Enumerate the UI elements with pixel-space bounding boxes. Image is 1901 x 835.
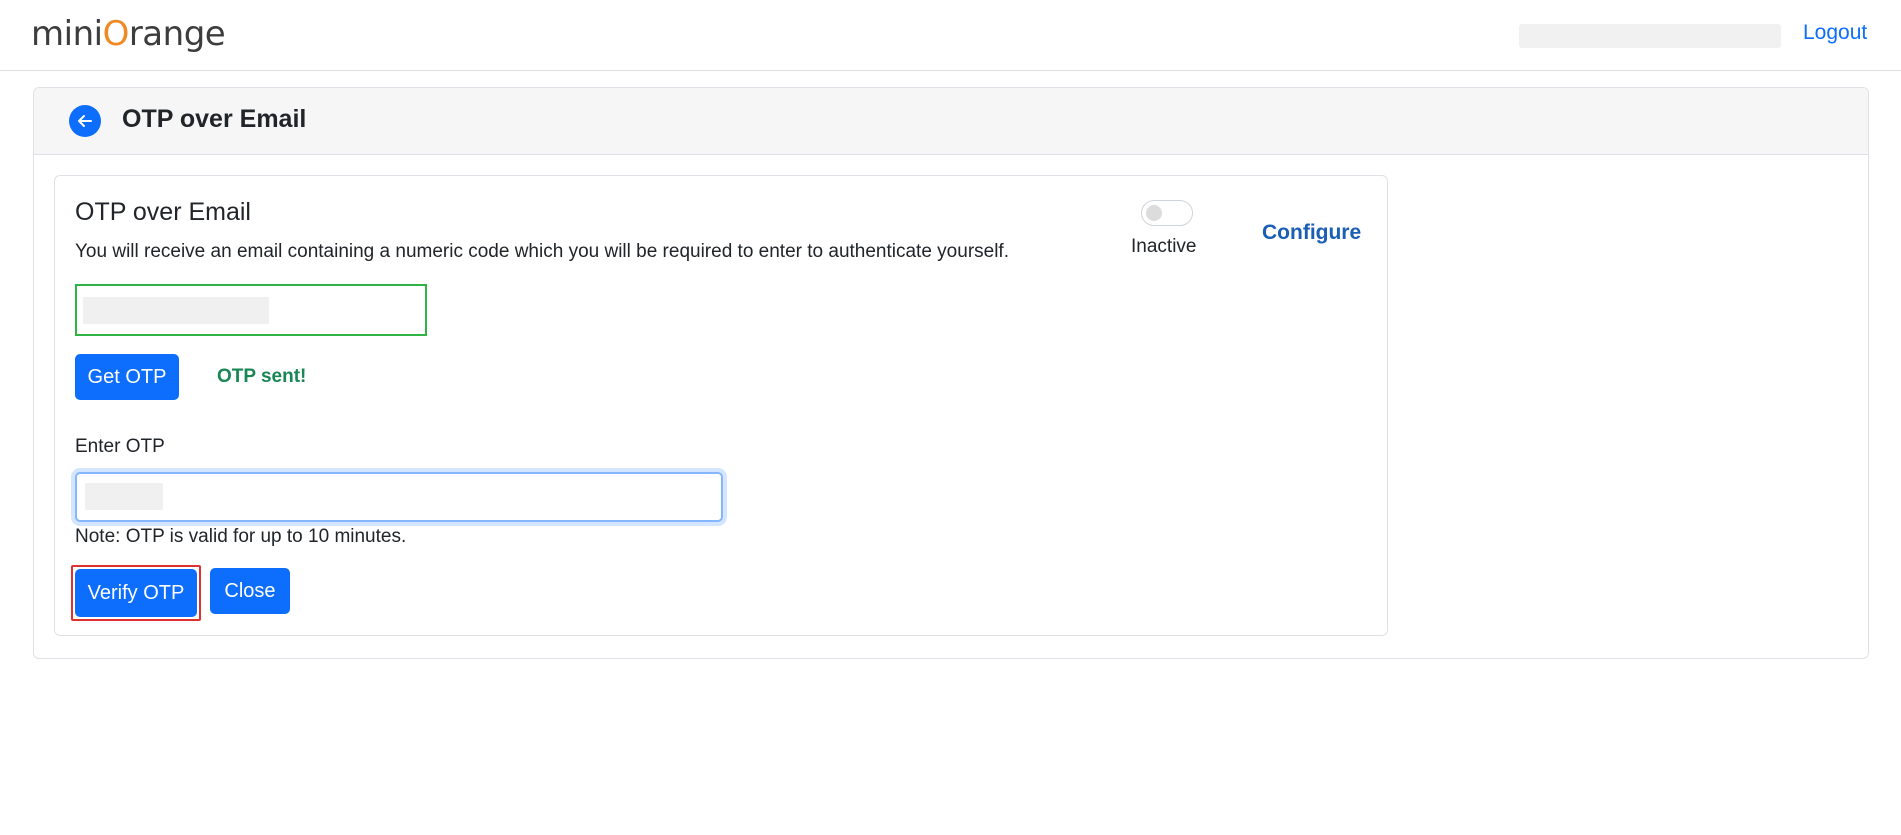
method-toggle[interactable] bbox=[1141, 200, 1193, 226]
redacted-email-value bbox=[83, 297, 269, 324]
verify-highlight-outline: Verify OTP bbox=[71, 565, 201, 621]
verify-otp-button[interactable]: Verify OTP bbox=[75, 569, 197, 617]
otp-email-method-card: OTP over Email You will receive an email… bbox=[54, 175, 1388, 636]
back-button[interactable] bbox=[69, 105, 101, 137]
logo-wordmark: miniOrange bbox=[31, 14, 226, 54]
logo-part-range: range bbox=[128, 14, 226, 54]
enter-otp-label: Enter OTP bbox=[75, 436, 165, 457]
method-description: You will receive an email containing a n… bbox=[75, 241, 1009, 262]
toggle-knob bbox=[1146, 205, 1162, 221]
page-header: OTP over Email bbox=[34, 88, 1868, 155]
miniorange-logo[interactable]: miniOrange bbox=[31, 12, 226, 56]
otp-validity-note: Note: OTP is valid for up to 10 minutes. bbox=[75, 526, 407, 547]
configure-link[interactable]: Configure bbox=[1262, 221, 1361, 245]
method-page-card: OTP over Email OTP over Email You will r… bbox=[33, 87, 1869, 659]
method-title: OTP over Email bbox=[75, 198, 251, 226]
arrow-left-icon bbox=[78, 115, 92, 127]
get-otp-button[interactable]: Get OTP bbox=[75, 354, 179, 400]
email-field[interactable] bbox=[75, 284, 427, 336]
redacted-username bbox=[1519, 24, 1781, 48]
otp-sent-message: OTP sent! bbox=[217, 366, 307, 387]
method-status: Inactive bbox=[1131, 236, 1197, 257]
logo-part-mini: mini bbox=[31, 14, 103, 54]
page-title: OTP over Email bbox=[122, 105, 307, 133]
logout-link[interactable]: Logout bbox=[1803, 21, 1867, 45]
redacted-otp-value bbox=[85, 483, 163, 510]
otp-input[interactable] bbox=[75, 472, 723, 522]
close-button[interactable]: Close bbox=[210, 568, 290, 614]
top-navbar: miniOrange Logout bbox=[0, 0, 1901, 71]
logo-part-o: O bbox=[102, 14, 130, 54]
